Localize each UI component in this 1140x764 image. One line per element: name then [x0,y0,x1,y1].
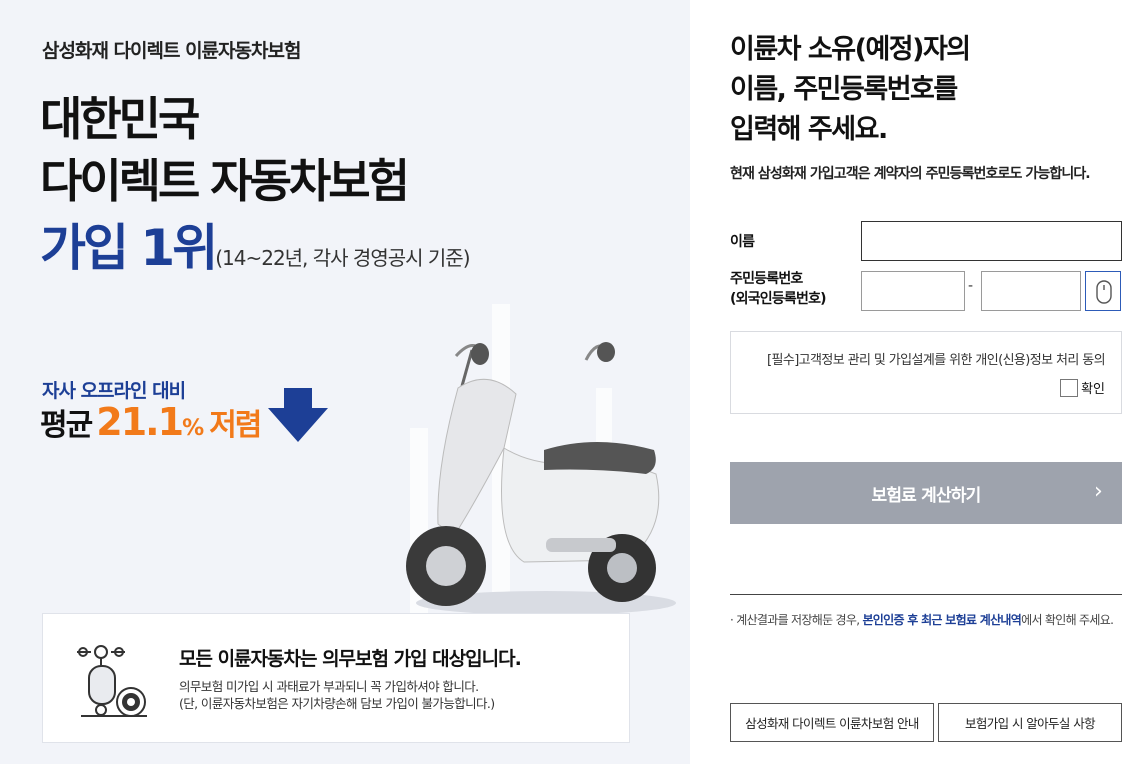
scooter-gear-icon [77,645,147,717]
headline: 대한민국 다이렉트 자동차보험 [40,88,410,212]
input-form-panel: 이륜차 소유(예정)자의 이름, 주민등록번호를 입력해 주세요. 현재 삼성화… [690,0,1140,764]
average-unit: % [182,416,205,441]
rank-note: (14~22년, 각사 경영공시 기준) [215,246,470,270]
notice-body: 의무보험 미가입 시 과태료가 부과되니 꼭 가입하셔야 합니다. (단, 이륜… [179,678,495,712]
note-highlight: 본인인증 후 최근 보험료 계산내역 [862,613,1022,627]
saved-result-note: · 계산결과를 저장해둔 경우, 본인인증 후 최근 보험료 계산내역에서 확인… [730,611,1114,628]
rrn-separator: - [968,278,974,294]
rrn-front-input[interactable] [861,271,965,311]
note-suffix: 에서 확인해 주세요. [1021,613,1114,627]
form-title: 이륜차 소유(예정)자의 이름, 주민등록번호를 입력해 주세요. [730,30,971,150]
calculate-button-label: 보험료 계산하기 [871,485,982,506]
rrn-label-line-1: 주민등록번호 [730,271,803,287]
promo-panel: 삼성화재 다이렉트 이륜자동차보험 대한민국 다이렉트 자동차보험 가입 1위(… [0,0,690,764]
rrn-back-input[interactable] [981,271,1081,311]
product-guide-button[interactable]: 삼성화재 다이렉트 이륜차보험 안내 [730,703,934,742]
consent-text: [필수]고객정보 관리 및 가입설계를 위한 개인(신용)정보 처리 동의 [767,353,1106,368]
enrollment-info-button[interactable]: 보험가입 시 알아두실 사항 [938,703,1122,742]
brand-title: 삼성화재 다이렉트 이륜자동차보험 [42,40,301,62]
consent-checkbox[interactable] [1060,378,1079,397]
scooter-image [406,304,676,616]
consent-box: [필수]고객정보 관리 및 가입설계를 위한 개인(신용)정보 처리 동의 확인 [730,331,1122,414]
headline-line-1: 대한민국 [40,92,200,146]
form-subtitle: 현재 삼성화재 가입고객은 계약자의 주민등록번호로도 가능합니다. [730,166,1091,182]
rrn-label: 주민등록번호 (외국인등록번호) [730,269,827,309]
down-arrow-icon [268,388,328,442]
average-value: 21.1 [96,400,184,444]
average-suffix: 저렴 [209,408,262,443]
form-title-line-3: 입력해 주세요. [730,114,888,145]
rrn-label-line-2: (외국인등록번호) [730,291,827,307]
mandatory-insurance-notice: 모든 이륜자동차는 의무보험 가입 대상입니다. 의무보험 미가입 시 과태료가… [42,613,630,743]
rank-text: 가입 1위 [40,219,218,277]
rank-row: 가입 1위(14~22년, 각사 경영공시 기준) [40,208,471,280]
average-prefix: 평균 [40,408,93,443]
form-title-line-1: 이륜차 소유(예정)자의 [730,34,971,65]
average-discount: 평균 21.1% 저렴 [40,400,262,444]
chevron-right-icon: › [1094,479,1103,504]
note-prefix: · 계산결과를 저장해둔 경우, [730,613,863,627]
secure-keypad-button[interactable] [1085,271,1121,311]
divider [730,594,1122,595]
consent-check[interactable]: 확인 [1060,378,1105,397]
notice-title: 모든 이륜자동차는 의무보험 가입 대상입니다. [179,648,522,670]
consent-check-label[interactable]: 확인 [1081,378,1105,397]
notice-line-2: (단, 이륜자동차보험은 자기차량손해 담보 가입이 불가능합니다.) [179,696,495,711]
name-label: 이름 [730,234,755,250]
name-input[interactable] [861,221,1122,261]
offline-compare-label: 자사 오프라인 대비 [42,380,186,402]
mouse-icon [1096,280,1112,304]
headline-line-2: 다이렉트 자동차보험 [40,154,410,208]
calculate-premium-button[interactable]: 보험료 계산하기 › [730,462,1122,524]
form-title-line-2: 이름, 주민등록번호를 [730,74,958,105]
notice-line-1: 의무보험 미가입 시 과태료가 부과되니 꼭 가입하셔야 합니다. [179,679,479,694]
